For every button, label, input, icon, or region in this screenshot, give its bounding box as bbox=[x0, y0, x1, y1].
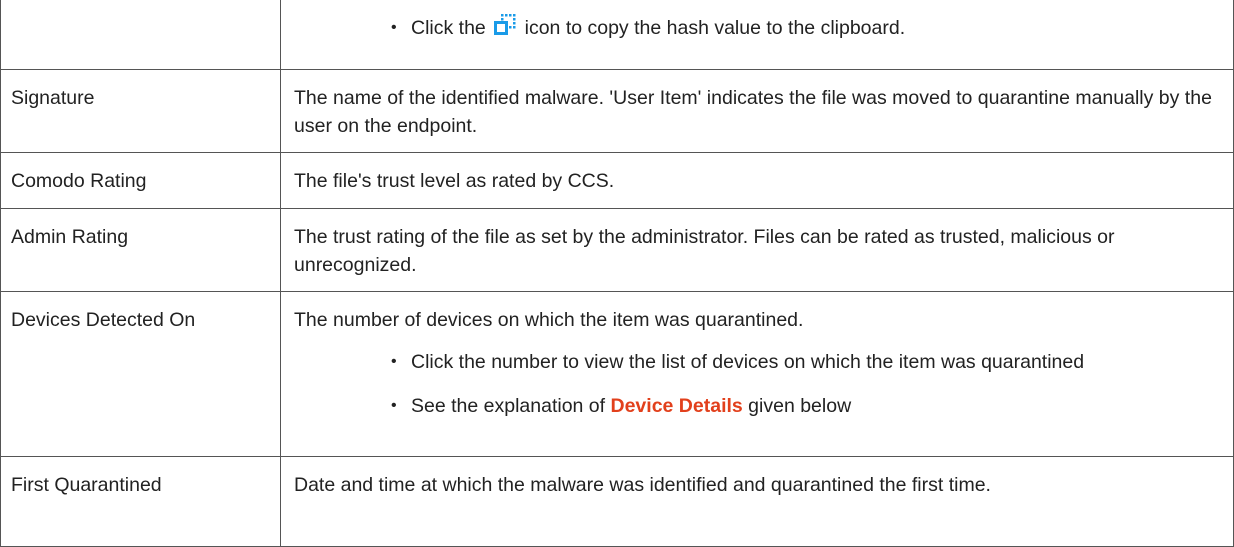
row-label: First Quarantined bbox=[0, 456, 281, 547]
bullet-item: • Click the number to view the list of d… bbox=[294, 348, 1223, 376]
bullet-marker: • bbox=[391, 353, 397, 370]
row-description: The name of the identified malware. 'Use… bbox=[280, 69, 1234, 153]
table-row: Comodo Rating The file's trust level as … bbox=[0, 152, 1234, 209]
table-row: Devices Detected On The number of device… bbox=[0, 291, 1234, 457]
table-row: Admin Rating The trust rating of the fil… bbox=[0, 208, 1234, 292]
bullet-marker: • bbox=[391, 19, 397, 36]
row-description: The number of devices on which the item … bbox=[280, 291, 1234, 457]
bullet-item: • See the explanation of Device Details … bbox=[294, 392, 1223, 420]
row-label: Devices Detected On bbox=[0, 291, 281, 457]
row-description: The trust rating of the file as set by t… bbox=[280, 208, 1234, 292]
description-table: • Click the icon to copy the hash value … bbox=[0, 0, 1234, 547]
table-row: Signature The name of the identified mal… bbox=[0, 69, 1234, 153]
row-description-text: The number of devices on which the item … bbox=[294, 309, 804, 331]
row-label bbox=[0, 0, 281, 70]
row-description: The file's trust level as rated by CCS. bbox=[280, 152, 1234, 209]
device-details-link[interactable]: Device Details bbox=[611, 395, 743, 417]
copy-icon[interactable] bbox=[494, 14, 516, 44]
table-row: • Click the icon to copy the hash value … bbox=[0, 0, 1234, 70]
row-label: Comodo Rating bbox=[0, 152, 281, 209]
row-label: Signature bbox=[0, 69, 281, 153]
bullet-marker: • bbox=[391, 397, 397, 414]
table-row: First Quarantined Date and time at which… bbox=[0, 456, 1234, 547]
bullet-item: • Click the icon to copy the hash value … bbox=[294, 14, 1223, 44]
row-description: • Click the icon to copy the hash value … bbox=[280, 0, 1234, 70]
row-description: Date and time at which the malware was i… bbox=[280, 456, 1234, 547]
row-label: Admin Rating bbox=[0, 208, 281, 292]
